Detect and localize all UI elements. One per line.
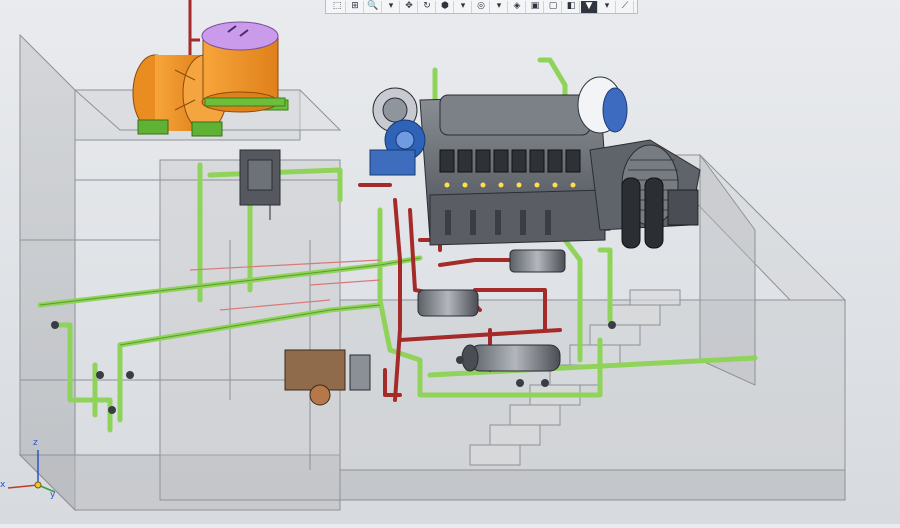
section-dropdown-icon[interactable]: ▾ <box>491 0 508 13</box>
view-icon[interactable]: ⊞ <box>347 0 364 13</box>
measure-icon[interactable]: ⟋ <box>617 0 634 13</box>
axis-x-label: x <box>0 480 6 490</box>
zoom-icon[interactable]: 🔍 <box>365 0 382 13</box>
zoom-dropdown-icon[interactable]: ▾ <box>383 0 400 13</box>
display-mode-icon[interactable]: ◈ <box>509 0 526 13</box>
pan-icon[interactable]: ✥ <box>401 0 418 13</box>
shading-icon[interactable]: ▣ <box>527 0 544 13</box>
select-icon[interactable]: ⬚ <box>329 0 346 13</box>
filter-unit[interactable] <box>417 289 479 317</box>
filter-dropdown-icon[interactable]: ▾ <box>599 0 616 13</box>
orientation-icon[interactable]: ⬢ <box>437 0 454 13</box>
heat-exchanger-lower[interactable] <box>461 344 561 372</box>
axis-y-label: y <box>50 490 56 500</box>
section-icon[interactable]: ◎ <box>473 0 490 13</box>
heat-exchanger-upper[interactable] <box>509 249 566 273</box>
orientation-dropdown-icon[interactable]: ▾ <box>455 0 472 13</box>
model-scene[interactable] <box>0 0 900 524</box>
filter-icon[interactable]: ▼ <box>581 0 598 13</box>
3d-viewport[interactable] <box>0 0 900 524</box>
rotate-icon[interactable]: ↻ <box>419 0 436 13</box>
perspective-icon[interactable]: ◧ <box>563 0 580 13</box>
axis-triad: z x y <box>0 438 60 500</box>
turbocharger[interactable] <box>369 87 426 176</box>
wireframe-icon[interactable]: ▢ <box>545 0 562 13</box>
exhaust-housing[interactable] <box>577 76 628 134</box>
view-toolbar: ⬚ ⊞ 🔍 ▾ ✥ ↻ ⬢ ▾ ◎ ▾ ◈ ▣ ▢ ◧ ▼ ▾ ⟋ <box>325 0 638 14</box>
axis-z-label: z <box>33 438 38 448</box>
day-tank-vertical[interactable] <box>201 21 286 113</box>
vent-pipe <box>188 0 200 55</box>
